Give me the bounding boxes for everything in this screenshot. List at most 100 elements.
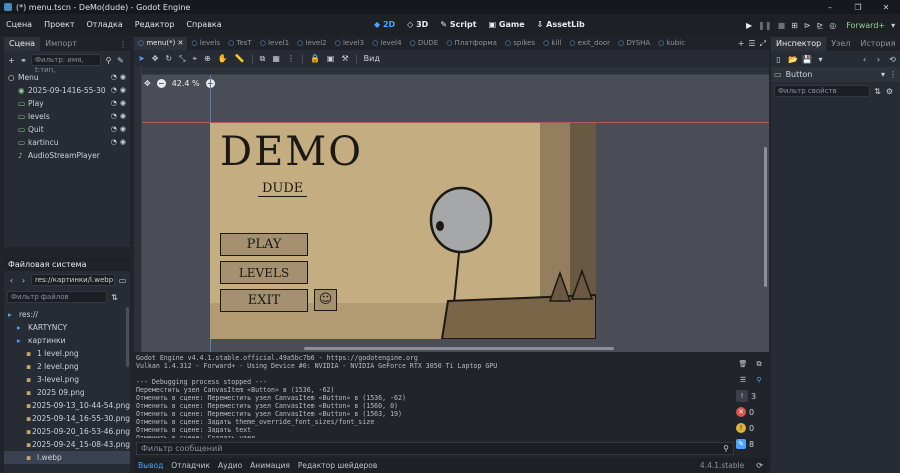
add-node-icon[interactable]: + bbox=[7, 56, 16, 65]
signal-icon[interactable]: ◔ bbox=[111, 71, 117, 84]
scene-node[interactable]: ▭ kartincu ◔ ◉ bbox=[4, 136, 130, 149]
scene-tab[interactable]: ○ menu(*) ✕ bbox=[134, 37, 188, 50]
workspace-game[interactable]: ▣ Game bbox=[483, 14, 531, 36]
smile-icon[interactable]: ☺ bbox=[314, 289, 337, 311]
tab-node[interactable]: Узел bbox=[826, 37, 855, 51]
scene-tab[interactable]: ○ TesT bbox=[224, 37, 256, 50]
dock-menu-icon[interactable]: ⋮ bbox=[119, 40, 127, 49]
file-item[interactable]: ▪ 2 level.png bbox=[4, 360, 130, 373]
history-menu-icon[interactable]: ⟲ bbox=[888, 55, 897, 64]
signal-icon[interactable]: ◔ bbox=[111, 136, 117, 149]
ruler-icon[interactable]: 📏 bbox=[235, 54, 245, 63]
stop-icon[interactable]: ■ bbox=[778, 21, 786, 30]
smart-snap-icon[interactable]: ⧉ bbox=[260, 54, 266, 64]
canvas-viewport[interactable]: ✥ − 42.4 % + DEMO DUDE PLAY LEVELS EXIT … bbox=[134, 67, 769, 352]
menu-editor[interactable]: Редактор bbox=[129, 14, 181, 36]
scene-tab[interactable]: ○ level2 bbox=[293, 37, 330, 50]
search-icon[interactable]: ⚲ bbox=[752, 374, 766, 386]
editor-messages-icon[interactable]: ✎ bbox=[736, 439, 746, 449]
split-view-icon[interactable]: ▭ bbox=[118, 276, 127, 285]
file-filter-input[interactable]: Фильтр файлов bbox=[7, 291, 107, 303]
visibility-icon[interactable]: ◉ bbox=[120, 110, 126, 123]
property-filter-input[interactable]: Фильтр свойств bbox=[774, 85, 870, 97]
pause-icon[interactable]: ❚❚ bbox=[758, 21, 771, 30]
tab-debugger[interactable]: Отладчик bbox=[167, 459, 214, 472]
select-tool-icon[interactable]: ➤ bbox=[138, 54, 145, 63]
lock-icon[interactable]: 🔒 bbox=[310, 54, 320, 63]
pan-icon[interactable]: ✥ bbox=[144, 79, 151, 88]
tab-audio[interactable]: Аудио bbox=[214, 459, 246, 472]
forward-icon[interactable]: › bbox=[19, 276, 28, 285]
new-resource-icon[interactable]: ▯ bbox=[774, 55, 783, 64]
visibility-icon[interactable]: ◉ bbox=[120, 71, 126, 84]
errors-icon[interactable]: ✕ bbox=[736, 407, 746, 417]
scene-tab[interactable]: ○ exit_door bbox=[565, 37, 614, 50]
visibility-icon[interactable]: ◉ bbox=[120, 97, 126, 110]
signal-icon[interactable]: ◔ bbox=[111, 97, 117, 110]
selectable-icon[interactable]: ⌖ bbox=[193, 54, 198, 64]
workspace-script[interactable]: ✎ Script bbox=[434, 14, 482, 36]
folder-item[interactable]: ▸ KARTYNCY bbox=[4, 321, 130, 334]
scene-tab[interactable]: ○ spikes bbox=[501, 37, 539, 50]
close-button[interactable]: ✕ bbox=[872, 3, 900, 12]
back-icon[interactable]: ‹ bbox=[7, 276, 16, 285]
copy-icon[interactable]: ⧉ bbox=[752, 358, 766, 370]
v-scrollbar[interactable] bbox=[764, 147, 767, 287]
path-input[interactable]: res://картинки/l.webp bbox=[31, 274, 115, 286]
tab-output[interactable]: Вывод bbox=[134, 459, 167, 472]
link-icon[interactable]: ⚭ bbox=[19, 56, 28, 65]
scene-tab[interactable]: ○ DUDE bbox=[406, 37, 443, 50]
file-item[interactable]: ▪ l.webp bbox=[4, 451, 130, 464]
workspace-3d[interactable]: ◇ 3D bbox=[401, 14, 434, 36]
movie-icon[interactable]: ◎ bbox=[829, 21, 836, 30]
play-icon[interactable]: ▶ bbox=[746, 21, 752, 30]
tab-shader-editor[interactable]: Редактор шейдеров bbox=[294, 459, 381, 472]
file-item[interactable]: ▪ 3-level.png bbox=[4, 373, 130, 386]
script-icon[interactable]: ✎ bbox=[116, 56, 125, 65]
save-resource-icon[interactable]: 💾 bbox=[802, 55, 812, 64]
file-item[interactable]: ▪ 2025-09-14_16-55-30.png bbox=[4, 412, 130, 425]
messages-count-icon[interactable]: ! bbox=[736, 390, 748, 402]
warnings-icon[interactable]: ! bbox=[736, 423, 746, 433]
inspected-object[interactable]: ▭ Button ▾ ⋮ bbox=[771, 67, 900, 82]
tab-scene[interactable]: Сцена bbox=[4, 37, 41, 51]
play-game-button[interactable]: PLAY bbox=[220, 233, 308, 256]
sort-icon[interactable]: ⇅ bbox=[873, 87, 882, 96]
signal-icon[interactable]: ◔ bbox=[111, 123, 117, 136]
scene-tab[interactable]: ○ kill bbox=[539, 37, 565, 50]
file-item[interactable]: ▪ 2025-09-13_10-44-54.png bbox=[4, 399, 130, 412]
skeleton-icon[interactable]: ⚒ bbox=[341, 54, 348, 63]
remote-debug-icon[interactable]: ⊞ bbox=[791, 21, 798, 30]
scene-tab[interactable]: ○ level4 bbox=[368, 37, 405, 50]
scene-tab[interactable]: ○ level1 bbox=[256, 37, 293, 50]
distraction-free-icon[interactable]: ⤢ bbox=[760, 39, 766, 49]
file-item[interactable]: ▪ 1 level.png bbox=[4, 347, 130, 360]
visibility-icon[interactable]: ◉ bbox=[120, 84, 126, 97]
scale-tool-icon[interactable]: ⤡ bbox=[179, 54, 185, 64]
play-custom-icon[interactable]: ⊵ bbox=[817, 21, 824, 30]
scene-node[interactable]: ♪ AudioStreamPlayer bbox=[4, 149, 130, 162]
history-back-icon[interactable]: ‹ bbox=[860, 55, 869, 64]
scene-filter-input[interactable]: Фильтр: имя, t:тип, bbox=[31, 54, 101, 74]
tab-inspector[interactable]: Инспектор bbox=[771, 37, 827, 51]
renderer-select[interactable]: Forward+ bbox=[846, 21, 885, 30]
menu-project[interactable]: Проект bbox=[38, 14, 80, 36]
message-filter-input[interactable]: Фильтр сообщений ⚲ bbox=[136, 442, 734, 455]
filter-icon[interactable]: ⚲ bbox=[104, 56, 113, 65]
menu-debug[interactable]: Отладка bbox=[81, 14, 129, 36]
visibility-icon[interactable]: ◉ bbox=[120, 123, 126, 136]
zoom-level[interactable]: 42.4 % bbox=[172, 79, 200, 88]
scene-node[interactable]: ○ Menu ◔ ◉ bbox=[4, 71, 130, 84]
close-icon[interactable]: ✕ bbox=[175, 39, 184, 47]
h-scrollbar[interactable] bbox=[304, 347, 614, 350]
rotate-tool-icon[interactable]: ↻ bbox=[165, 54, 172, 63]
visibility-icon[interactable]: ◉ bbox=[120, 136, 126, 149]
collapse-icon[interactable]: ☰ bbox=[736, 374, 750, 386]
workspace-assetlib[interactable]: ⇩ AssetLib bbox=[531, 14, 591, 36]
folder-item[interactable]: ▸ картинки bbox=[4, 334, 130, 347]
file-item[interactable]: ▪ 2025-09-24_15-08-43.png bbox=[4, 438, 130, 451]
game-canvas[interactable]: DEMO DUDE PLAY LEVELS EXIT ☺ bbox=[210, 123, 596, 339]
add-scene-tab-icon[interactable]: + bbox=[738, 39, 745, 48]
tab-history[interactable]: История bbox=[855, 37, 900, 51]
pivot-tool-icon[interactable]: ⊕ bbox=[204, 54, 211, 63]
